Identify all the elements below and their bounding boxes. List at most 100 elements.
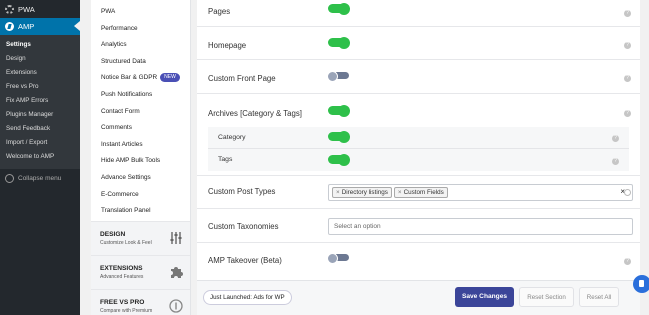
- help-icon[interactable]: ?: [624, 42, 631, 49]
- nav-item-e-commerce[interactable]: E-Commerce: [91, 187, 190, 204]
- remove-chip-icon[interactable]: ×: [398, 189, 402, 196]
- nav-item-contact-form[interactable]: Contact Form: [91, 104, 190, 121]
- setting-row-amp-takeover: AMP Takeover (Beta) ?: [197, 243, 640, 280]
- wp-menu-item-pwa[interactable]: PWA: [0, 0, 80, 18]
- nav-item-notice-bar[interactable]: Notice Bar & GDPR NEW: [91, 70, 190, 87]
- wp-submenu-item[interactable]: Welcome to AMP: [0, 150, 80, 164]
- page-scrollbar[interactable]: [640, 0, 649, 315]
- setting-row-custom-front-page: Custom Front Page ?: [197, 60, 640, 94]
- wp-menu-label: AMP: [18, 22, 35, 31]
- setting-label: Custom Post Types: [208, 187, 276, 196]
- nav-item-label: Structured Data: [101, 57, 146, 65]
- wp-menu-label: PWA: [18, 4, 35, 14]
- nav-block-extensions[interactable]: EXTENSIONS Advanced Features: [91, 254, 190, 289]
- wp-admin-sidebar: PWA AMP Settings Design Extensions Free …: [0, 0, 80, 315]
- nav-item-label: Analytics: [101, 41, 127, 49]
- nav-item-label: Translation Panel: [101, 207, 151, 215]
- dollar-icon: [169, 299, 183, 313]
- nav-item-push-notifications[interactable]: Push Notifications: [91, 87, 190, 104]
- amp-takeover-toggle[interactable]: [327, 253, 349, 264]
- setting-label: Category: [218, 134, 246, 141]
- plugin-settings-nav: PWA Performance Analytics Structured Dat…: [91, 0, 191, 315]
- wp-submenu-item[interactable]: Send Feedback: [0, 122, 80, 136]
- dropdown-indicator-icon: [624, 189, 631, 196]
- selected-option-chip[interactable]: × Custom Fields: [393, 187, 448, 198]
- help-icon[interactable]: ?: [624, 110, 631, 117]
- ads-for-wp-announcement[interactable]: Just Launched: Ads for WP: [203, 290, 292, 305]
- nav-item-label: Notice Bar & GDPR: [101, 74, 158, 82]
- new-badge: NEW: [160, 73, 180, 83]
- nav-item-label: Hide AMP Bulk Tools: [101, 157, 161, 165]
- chip-label: Custom Fields: [403, 189, 444, 196]
- nav-block-title: DESIGN: [100, 230, 126, 238]
- setting-label: Homepage: [208, 41, 247, 50]
- collapse-menu-label: Collapse menu: [18, 174, 62, 182]
- wp-submenu-item[interactable]: Import / Export: [0, 136, 80, 150]
- wp-menu-item-amp[interactable]: AMP: [0, 18, 80, 35]
- nav-item-instant-articles[interactable]: Instant Articles: [91, 137, 190, 154]
- settings-footer: Just Launched: Ads for WP Save Changes R…: [197, 280, 640, 315]
- help-icon[interactable]: ?: [624, 10, 631, 17]
- nav-block-title: FREE VS PRO: [100, 298, 145, 306]
- nav-item-label: E-Commerce: [101, 190, 139, 198]
- tags-toggle[interactable]: [328, 153, 350, 166]
- nav-item-hide-amp-bulk-tools[interactable]: Hide AMP Bulk Tools: [91, 153, 190, 170]
- settings-panel: Pages ? Homepage ? Custom Front Page ? A…: [197, 0, 640, 280]
- nav-item-label: Push Notifications: [101, 90, 153, 98]
- collapse-icon: [5, 173, 14, 183]
- amp-icon: [5, 22, 14, 31]
- help-icon[interactable]: ?: [612, 135, 619, 142]
- setting-label: Pages: [208, 7, 231, 16]
- puzzle-icon: [171, 267, 183, 279]
- wp-submenu-item[interactable]: Settings: [0, 38, 80, 52]
- setting-row-pages: Pages ?: [197, 0, 640, 27]
- nav-block-design[interactable]: DESIGN Customize Look & Feel: [91, 220, 190, 255]
- wp-submenu-item[interactable]: Extensions: [0, 66, 80, 80]
- setting-label: AMP Takeover (Beta): [208, 256, 282, 265]
- wp-submenu-item[interactable]: Design: [0, 52, 80, 66]
- setting-row-homepage: Homepage ?: [197, 27, 640, 60]
- nav-item-performance[interactable]: Performance: [91, 21, 190, 38]
- nav-block-title: EXTENSIONS: [100, 264, 143, 272]
- chat-bubble-icon[interactable]: [633, 275, 649, 293]
- remove-chip-icon[interactable]: ×: [336, 189, 340, 196]
- setting-label: Tags: [218, 156, 233, 163]
- wp-submenu-item[interactable]: Free vs Pro: [0, 80, 80, 94]
- nav-item-label: Advance Settings: [101, 173, 151, 181]
- sliders-icon: [170, 232, 182, 245]
- help-icon[interactable]: ?: [624, 258, 631, 265]
- custom-taxonomies-select[interactable]: Select an option: [328, 218, 633, 235]
- gear-icon: [5, 4, 14, 14]
- save-changes-button[interactable]: Save Changes: [455, 287, 514, 307]
- reset-section-button[interactable]: Reset Section: [519, 287, 574, 307]
- nav-item-analytics[interactable]: Analytics: [91, 37, 190, 54]
- homepage-toggle[interactable]: [328, 36, 350, 49]
- nav-item-label: Comments: [101, 124, 132, 132]
- custom-post-types-select[interactable]: × Directory listings × Custom Fields ×: [328, 184, 633, 201]
- setting-label: Custom Taxonomies: [208, 222, 279, 231]
- nav-block-subtitle: Customize Look & Feel: [100, 239, 152, 246]
- custom-front-page-toggle[interactable]: [327, 71, 349, 82]
- nav-item-translation-panel[interactable]: Translation Panel: [91, 203, 190, 220]
- nav-item-label: Performance: [101, 24, 138, 32]
- wp-submenu-item[interactable]: Plugins Manager: [0, 108, 80, 122]
- nav-block-free-vs-pro[interactable]: FREE VS PRO Compare with Premium: [91, 288, 190, 315]
- setting-label: Custom Front Page: [208, 74, 276, 83]
- category-toggle[interactable]: [328, 130, 350, 143]
- pages-toggle[interactable]: [328, 2, 350, 15]
- nav-item-comments[interactable]: Comments: [91, 120, 190, 137]
- help-icon[interactable]: ?: [612, 158, 619, 165]
- wp-submenu-item[interactable]: Fix AMP Errors: [0, 94, 80, 108]
- reset-all-button[interactable]: Reset All: [579, 287, 619, 307]
- nav-item-advance-settings[interactable]: Advance Settings: [91, 170, 190, 187]
- collapse-menu-button[interactable]: Collapse menu: [0, 169, 80, 187]
- nav-item-structured-data[interactable]: Structured Data: [91, 54, 190, 71]
- nav-item-label: Instant Articles: [101, 140, 143, 148]
- setting-label: Archives [Category & Tags]: [208, 109, 302, 118]
- setting-row-custom-post-types: Custom Post Types × Directory listings × C…: [197, 176, 640, 209]
- selected-option-chip[interactable]: × Directory listings: [332, 187, 392, 198]
- nav-block-subtitle: Compare with Premium: [100, 307, 153, 314]
- archives-toggle[interactable]: [328, 104, 350, 117]
- help-icon[interactable]: ?: [624, 75, 631, 82]
- nav-item-pwa[interactable]: PWA: [91, 4, 190, 21]
